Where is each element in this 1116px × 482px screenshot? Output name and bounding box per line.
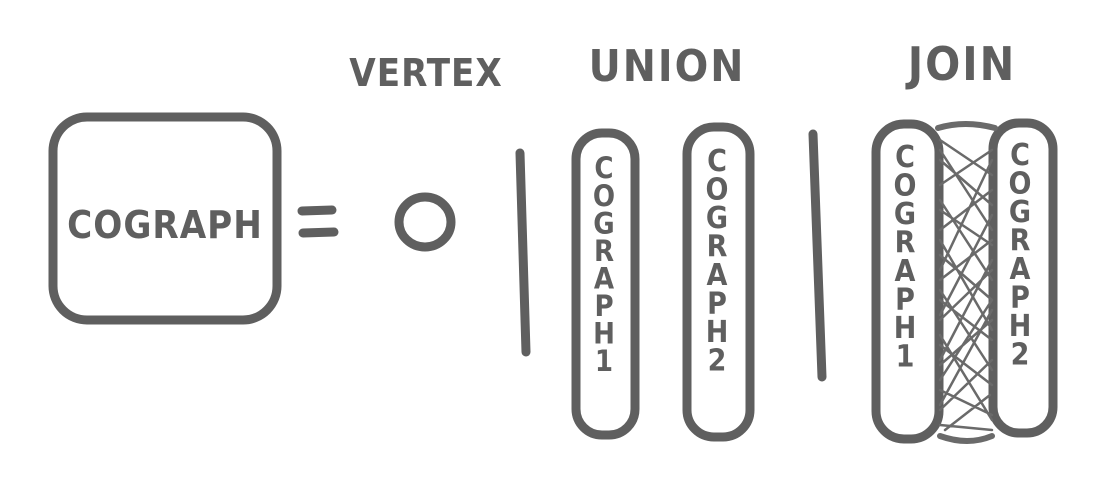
cograph-label: COGRAPH [67, 203, 263, 247]
join-cograph2-label: COGRAPH2 [1009, 138, 1036, 373]
diagram-canvas: VERTEX UNION JOIN COGRAPH COGRAPH1 COGRA… [48, 37, 1058, 444]
divider-union [515, 148, 531, 357]
vertex-circle [394, 192, 456, 252]
cograph-diagram: VERTEX UNION JOIN COGRAPH COGRAPH1 COGRA… [0, 0, 1116, 482]
union-header: UNION [589, 41, 746, 92]
vertex-header: VERTEX [349, 51, 503, 95]
equals-sign [297, 205, 339, 238]
union-cograph2-label: COGRAPH2 [706, 144, 733, 379]
join-header: JOIN [905, 37, 1017, 91]
divider-join [808, 129, 827, 382]
join-edges [935, 121, 998, 444]
join-cograph1-label: COGRAPH1 [894, 140, 921, 375]
union-cograph1-label: COGRAPH1 [593, 151, 619, 378]
